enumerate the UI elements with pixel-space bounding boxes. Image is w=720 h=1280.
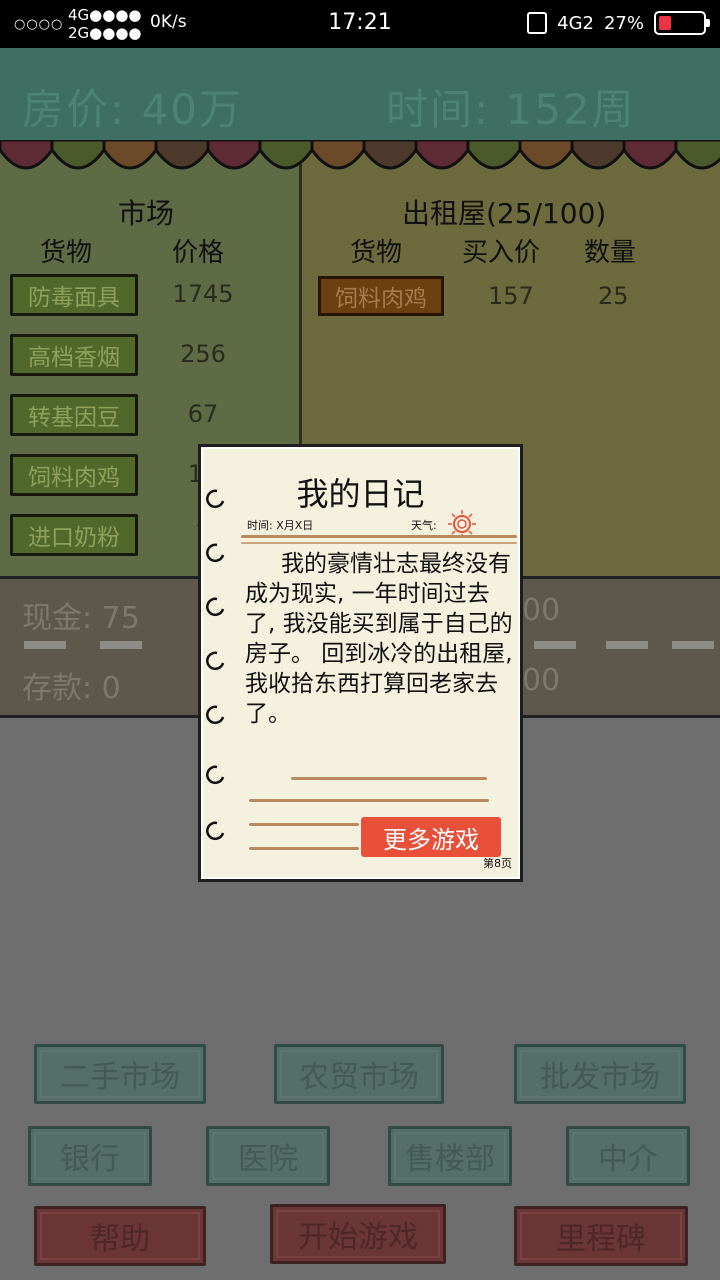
- sales-office-button[interactable]: 售楼部: [388, 1126, 512, 1186]
- battery-fill: [659, 16, 671, 30]
- farm-market-button[interactable]: 农贸市场: [274, 1044, 444, 1104]
- spiral-ring-icon: [206, 489, 225, 508]
- hospital-button[interactable]: 医院: [206, 1126, 330, 1186]
- market-col-price: 价格: [172, 238, 225, 268]
- deposit-right: 00: [522, 663, 561, 698]
- market-item-btn[interactable]: 高档香烟: [10, 334, 138, 376]
- market-item-btn[interactable]: 进口奶粉: [10, 514, 138, 556]
- market-item-price: 256: [180, 340, 226, 368]
- cash-label: 现金: 75: [22, 601, 140, 636]
- market-item-btn[interactable]: 转基因豆: [10, 394, 138, 436]
- bank-button[interactable]: 银行: [28, 1126, 152, 1186]
- diary-rule: [249, 799, 489, 802]
- market-item-price: 67: [187, 400, 219, 428]
- diary-rule: [241, 542, 517, 544]
- game-header: 房价: 40万 时间: 152周: [0, 48, 720, 148]
- page-number: 第8页: [483, 857, 512, 870]
- spiral-ring-icon: [206, 705, 225, 724]
- road-mark: [24, 641, 66, 649]
- diary-dialog: 我的日记 时间: X月X日 天气: 我的豪情壮志最终没有成为现实, 一年时间过去…: [198, 444, 523, 882]
- market-item-btn[interactable]: 饲料肉鸡: [10, 454, 138, 496]
- awning-decoration: [0, 140, 720, 170]
- rental-col-buy: 买入价: [462, 238, 541, 268]
- diary-rule: [241, 535, 517, 538]
- battery-percent: 27%: [603, 12, 644, 34]
- vibrate-icon: [527, 12, 548, 34]
- start-game-button[interactable]: 开始游戏: [270, 1204, 446, 1264]
- rental-item-qty: 25: [598, 282, 629, 310]
- road-mark: [534, 641, 576, 649]
- market-item-price: 1745: [172, 280, 234, 308]
- diary-rule: [249, 847, 359, 850]
- market-title: 市场: [118, 197, 175, 230]
- spiral-ring-icon: [206, 543, 225, 562]
- rental-col-goods: 货物: [350, 238, 403, 268]
- spiral-ring-icon: [206, 597, 225, 616]
- more-games-button[interactable]: 更多游戏: [361, 817, 501, 857]
- milestone-button[interactable]: 里程碑: [514, 1206, 688, 1266]
- market-item-btn[interactable]: 防毒面具: [10, 274, 138, 316]
- rental-item-buy: 157: [488, 282, 534, 310]
- battery-icon: [654, 11, 710, 35]
- diary-rule: [291, 777, 487, 780]
- secondhand-market-button[interactable]: 二手市场: [34, 1044, 206, 1104]
- agent-button[interactable]: 中介: [566, 1126, 690, 1186]
- road-mark: [100, 641, 142, 649]
- status-bar: ○○○○ 4G●●●● 2G●●●● 0K/s 17:21 4G2 27%: [0, 0, 720, 48]
- help-button[interactable]: 帮助: [34, 1206, 206, 1266]
- cash-right: 00: [522, 593, 561, 628]
- rental-col-qty: 数量: [584, 238, 637, 268]
- road-mark: [672, 641, 714, 649]
- spiral-ring-icon: [206, 765, 225, 784]
- market-col-goods: 货物: [40, 238, 93, 268]
- rental-title: 出租屋(25/100): [402, 197, 607, 230]
- spiral-ring-icon: [206, 821, 225, 840]
- deposit-label: 存款: 0: [22, 671, 121, 706]
- spiral-ring-icon: [206, 651, 225, 670]
- diary-rule: [249, 823, 359, 826]
- elapsed-time: 时间: 152周: [386, 85, 636, 134]
- wholesale-market-button[interactable]: 批发市场: [514, 1044, 686, 1104]
- net-right: 4G2: [557, 12, 594, 34]
- house-price: 房价: 40万: [22, 85, 243, 134]
- diary-date: 时间: X月X日: [247, 519, 314, 532]
- diary-weather: 天气:: [411, 519, 437, 532]
- road-mark: [606, 641, 648, 649]
- rental-item-btn[interactable]: 饲料肉鸡: [318, 276, 444, 316]
- diary-body: 我的豪情壮志最终没有成为现实, 一年时间过去了, 我没能买到属于自己的房子。 回…: [245, 551, 513, 727]
